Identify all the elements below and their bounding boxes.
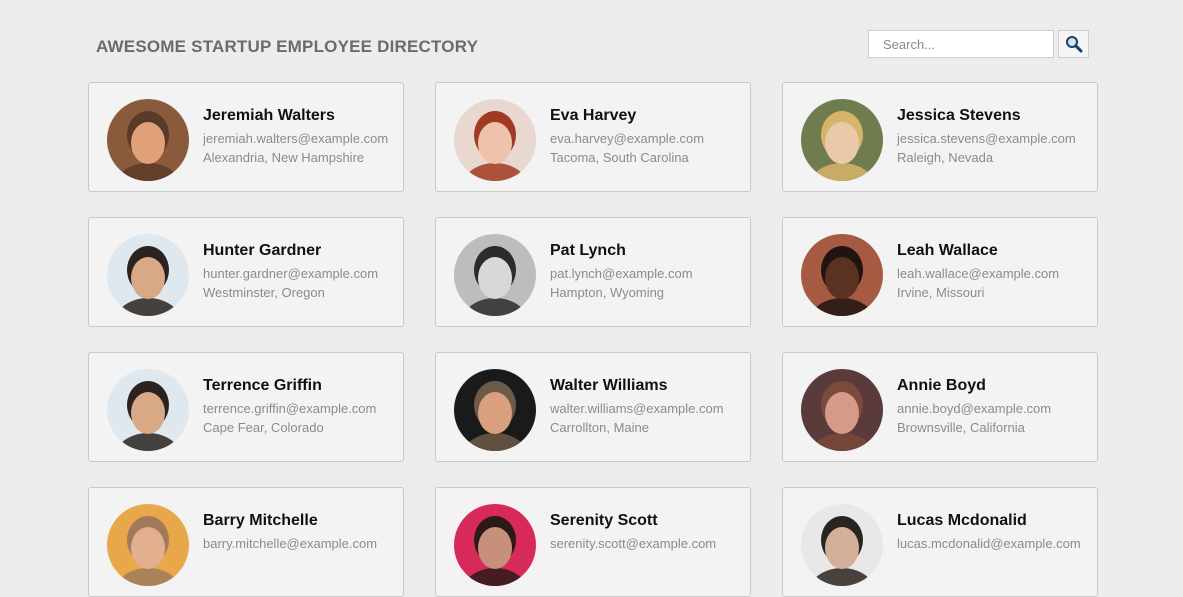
employee-name: Barry Mitchelle — [203, 512, 318, 529]
employee-name: Jeremiah Walters — [203, 107, 335, 124]
employee-location: Carrollton, Maine — [550, 420, 649, 435]
employee-email[interactable]: leah.wallace@example.com — [897, 266, 1059, 281]
employee-name: Jessica Stevens — [897, 107, 1021, 124]
search-button[interactable] — [1058, 30, 1089, 58]
avatar — [454, 99, 536, 181]
avatar — [107, 99, 189, 181]
employee-name: Pat Lynch — [550, 242, 626, 259]
employee-name: Annie Boyd — [897, 377, 986, 394]
employee-location: Irvine, Missouri — [897, 285, 985, 300]
avatar — [801, 99, 883, 181]
employee-location: Westminster, Oregon — [203, 285, 325, 300]
employee-name: Serenity Scott — [550, 512, 658, 529]
employee-card[interactable]: Walter Williams walter.williams@example.c… — [435, 352, 751, 462]
employee-name: Eva Harvey — [550, 107, 637, 124]
employee-card[interactable]: Pat Lynch pat.lynch@example.com Hampton, W… — [435, 217, 751, 327]
avatar — [107, 369, 189, 451]
employee-card[interactable]: Barry Mitchelle barry.mitchelle@example.c… — [88, 487, 404, 597]
employee-email[interactable]: terrence.griffin@example.com — [203, 401, 376, 416]
employee-card[interactable]: Serenity Scott serenity.scott@example.com — [435, 487, 751, 597]
employee-name: Leah Wallace — [897, 242, 998, 259]
employee-location: Raleigh, Nevada — [897, 150, 994, 165]
employee-card[interactable]: Terrence Griffin terrence.griffin@example… — [88, 352, 404, 462]
employee-email[interactable]: pat.lynch@example.com — [550, 266, 693, 281]
avatar — [801, 369, 883, 451]
search-icon — [1065, 36, 1082, 53]
employee-location: Tacoma, South Carolina — [550, 150, 689, 165]
avatar — [107, 504, 189, 586]
employee-name: Terrence Griffin — [203, 377, 322, 394]
employee-email[interactable]: annie.boyd@example.com — [897, 401, 1051, 416]
avatar — [454, 369, 536, 451]
employee-email[interactable]: lucas.mcdonalid@example.com — [897, 536, 1081, 551]
avatar — [454, 234, 536, 316]
employee-email[interactable]: barry.mitchelle@example.com — [203, 536, 377, 551]
search-input[interactable] — [868, 30, 1054, 58]
employee-card[interactable]: Leah Wallace leah.wallace@example.com Irvi… — [782, 217, 1098, 327]
page-title: AWESOME STARTUP EMPLOYEE DIRECTORY — [96, 37, 479, 56]
employee-name: Hunter Gardner — [203, 242, 322, 259]
employee-email[interactable]: walter.williams@example.com — [550, 401, 724, 416]
employee-email[interactable]: jeremiah.walters@example.com — [203, 131, 388, 146]
employee-card[interactable]: Lucas Mcdonalid lucas.mcdonalid@example.c… — [782, 487, 1098, 597]
employee-name: Walter Williams — [550, 377, 668, 394]
employee-card[interactable]: Jessica Stevens jessica.stevens@example.c… — [782, 82, 1098, 192]
employee-location: Cape Fear, Colorado — [203, 420, 324, 435]
employee-email[interactable]: jessica.stevens@example.com — [897, 131, 1076, 146]
employee-location: Hampton, Wyoming — [550, 285, 665, 300]
avatar — [801, 504, 883, 586]
employee-card[interactable]: Hunter Gardner hunter.gardner@example.com… — [88, 217, 404, 327]
employee-card[interactable]: Jeremiah Walters jeremiah.walters@example… — [88, 82, 404, 192]
employee-email[interactable]: serenity.scott@example.com — [550, 536, 716, 551]
employee-location: Brownsville, California — [897, 420, 1025, 435]
employee-location: Alexandria, New Hampshire — [203, 150, 365, 165]
employee-card[interactable]: Eva Harvey eva.harvey@example.com Tacoma, … — [435, 82, 751, 192]
employee-card[interactable]: Annie Boyd annie.boyd@example.com Brownsvi… — [782, 352, 1098, 462]
employee-email[interactable]: eva.harvey@example.com — [550, 131, 704, 146]
avatar — [454, 504, 536, 586]
avatar — [801, 234, 883, 316]
employee-email[interactable]: hunter.gardner@example.com — [203, 266, 378, 281]
employee-name: Lucas Mcdonalid — [897, 512, 1027, 529]
avatar — [107, 234, 189, 316]
